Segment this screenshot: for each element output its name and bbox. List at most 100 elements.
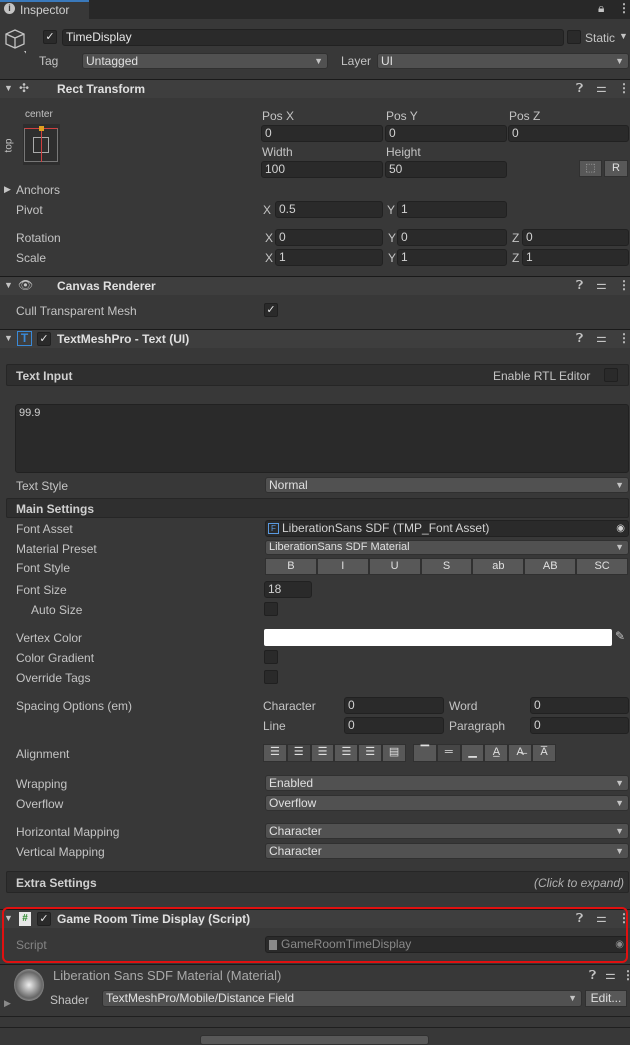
align-middle-icon[interactable]: ═ xyxy=(436,744,461,762)
align-capline-icon[interactable]: A̅ xyxy=(532,744,556,762)
object-name-field[interactable]: TimeDisplay xyxy=(62,29,564,46)
presets-icon[interactable]: ⚌ xyxy=(596,81,607,95)
rect-transform-header[interactable]: ▼ ✣ Rect Transform ❓︎ ⚌ ⋮ xyxy=(0,79,630,98)
chevron-down-icon: ▼ xyxy=(568,993,577,1003)
scale-z-field[interactable]: 1 xyxy=(522,249,629,266)
kebab-menu-icon[interactable]: ⋮ xyxy=(618,81,630,95)
cull-label: Cull Transparent Mesh xyxy=(16,304,137,318)
kebab-menu-icon[interactable]: ⋮ xyxy=(618,278,630,292)
font-style-smallcaps[interactable]: SC xyxy=(576,558,629,575)
scale-x-field[interactable]: 1 xyxy=(275,249,383,266)
canvas-renderer-header[interactable]: ▼ 👁︎ Canvas Renderer ❓︎ ⚌ ⋮ xyxy=(0,276,630,295)
presets-icon[interactable]: ⚌ xyxy=(596,331,607,345)
kebab-menu-icon[interactable]: ⋮ xyxy=(618,331,630,345)
text-style-dropdown[interactable]: Normal ▼ xyxy=(265,477,629,493)
auto-size-checkbox[interactable] xyxy=(264,602,278,616)
add-component-button[interactable] xyxy=(200,1035,429,1045)
vertical-mapping-dropdown[interactable]: Character ▼ xyxy=(265,843,629,859)
pos-z-field[interactable]: 0 xyxy=(508,125,629,142)
cull-checkbox[interactable]: ✓ xyxy=(264,303,278,317)
text-input-area[interactable]: 99.9 xyxy=(15,404,629,473)
height-field[interactable]: 50 xyxy=(385,161,507,178)
scale-y-field[interactable]: 1 xyxy=(397,249,507,266)
foldout-arrow-icon[interactable]: ▶ xyxy=(4,998,11,1009)
shader-dropdown[interactable]: TextMeshPro/Mobile/Distance Field ▼ xyxy=(102,990,582,1007)
align-justified-icon[interactable]: ☰ xyxy=(334,744,359,762)
raw-edit-button[interactable]: R xyxy=(604,160,628,177)
help-icon[interactable]: ❓︎ xyxy=(589,968,596,983)
presets-icon[interactable]: ⚌ xyxy=(596,278,607,292)
chevron-down-icon: ▼ xyxy=(615,56,624,66)
layer-value: UI xyxy=(381,54,393,68)
width-field[interactable]: 100 xyxy=(261,161,383,178)
horizontal-mapping-dropdown[interactable]: Character ▼ xyxy=(265,823,629,839)
vertex-color-swatch[interactable] xyxy=(264,629,612,646)
alignment-label: Alignment xyxy=(16,747,70,761)
extra-settings-section[interactable]: Extra Settings (Click to expand) xyxy=(6,871,629,893)
lock-icon[interactable]: 🔒︎ xyxy=(598,1,604,16)
pos-z-label: Pos Z xyxy=(509,109,541,123)
active-checkbox[interactable]: ✓ xyxy=(43,30,57,44)
help-icon[interactable]: ❓︎ xyxy=(576,278,583,293)
tmp-header[interactable]: ▼ T ✓ TextMeshPro - Text (UI) ❓︎ ⚌ ⋮ xyxy=(0,329,630,348)
pos-y-field[interactable]: 0 xyxy=(385,125,507,142)
layer-dropdown[interactable]: UI ▼ xyxy=(377,53,629,69)
blueprint-mode-button[interactable]: ⬚ xyxy=(579,160,602,177)
font-style-italic[interactable]: I xyxy=(316,558,369,575)
override-tags-checkbox[interactable] xyxy=(264,670,278,684)
static-checkbox[interactable] xyxy=(567,30,581,44)
eyedropper-icon[interactable]: ✎ xyxy=(615,629,625,643)
align-center-icon[interactable]: ☰ xyxy=(286,744,311,762)
kebab-menu-icon[interactable]: ⋮ xyxy=(618,1,630,15)
anchors-foldout-icon[interactable]: ▶ xyxy=(4,184,11,195)
rotation-y-field[interactable]: 0 xyxy=(397,229,507,246)
pos-x-field[interactable]: 0 xyxy=(261,125,383,142)
x-label: X xyxy=(265,251,274,265)
help-icon[interactable]: ❓︎ xyxy=(576,331,583,346)
component-title: TextMeshPro - Text (UI) xyxy=(57,332,190,346)
font-size-field[interactable]: 18 xyxy=(264,581,312,598)
font-style-bold[interactable]: B xyxy=(265,558,317,575)
color-gradient-checkbox[interactable] xyxy=(264,650,278,664)
tag-dropdown[interactable]: Untagged ▼ xyxy=(82,53,328,69)
align-midline-icon[interactable]: A̶ xyxy=(508,744,533,762)
tmp-enabled-checkbox[interactable]: ✓ xyxy=(37,332,51,346)
align-right-icon[interactable]: ☰ xyxy=(310,744,335,762)
material-preview-sphere-icon xyxy=(14,969,44,1001)
font-style-underline[interactable]: U xyxy=(368,558,421,575)
align-geometry-center-icon[interactable]: ▤ xyxy=(382,744,406,762)
align-baseline-icon[interactable]: A̲ xyxy=(484,744,509,762)
anchor-preset-button[interactable] xyxy=(23,124,60,165)
kebab-menu-icon[interactable]: ⋮ xyxy=(622,968,630,982)
align-left-icon[interactable]: ☰ xyxy=(263,744,287,762)
font-style-uppercase[interactable]: AB xyxy=(524,558,577,575)
align-flush-icon[interactable]: ☰ xyxy=(358,744,383,762)
edit-shader-button[interactable]: Edit... xyxy=(585,990,627,1007)
gameobject-cube-icon[interactable] xyxy=(4,28,26,56)
static-dropdown-arrow[interactable]: ▼ xyxy=(619,31,628,41)
paragraph-spacing-field[interactable]: 0 xyxy=(530,717,629,734)
font-style-lowercase[interactable]: ab xyxy=(472,558,525,575)
overflow-dropdown[interactable]: Overflow ▼ xyxy=(265,795,629,811)
word-spacing-field[interactable]: 0 xyxy=(530,697,629,714)
pivot-y-field[interactable]: 1 xyxy=(397,201,507,218)
font-asset-field[interactable]: F LiberationSans SDF (TMP_Font Asset) ◉ xyxy=(265,520,629,537)
rotation-x-field[interactable]: 0 xyxy=(275,229,383,246)
tab-bar xyxy=(0,0,630,19)
object-picker-icon[interactable]: ◉ xyxy=(616,521,625,536)
line-spacing-field[interactable]: 0 xyxy=(344,717,444,734)
wrapping-dropdown[interactable]: Enabled ▼ xyxy=(265,775,629,791)
rotation-z-field[interactable]: 0 xyxy=(522,229,629,246)
align-bottom-icon[interactable]: ▁ xyxy=(460,744,485,762)
font-style-strikethrough[interactable]: S xyxy=(420,558,473,575)
rtl-checkbox[interactable] xyxy=(604,368,618,382)
align-top-icon[interactable]: ▔ xyxy=(413,744,437,762)
anchors-foldout[interactable]: Anchors xyxy=(16,183,60,197)
help-icon[interactable]: ❓︎ xyxy=(576,81,583,96)
character-spacing-field[interactable]: 0 xyxy=(344,697,444,714)
tab-inspector[interactable]: i Inspector xyxy=(0,0,89,19)
presets-icon[interactable]: ⚌ xyxy=(605,968,616,982)
material-preset-dropdown[interactable]: LiberationSans SDF Material ▼ xyxy=(265,540,629,555)
pivot-x-field[interactable]: 0.5 xyxy=(275,201,383,218)
click-expand-hint: (Click to expand) xyxy=(533,876,624,890)
